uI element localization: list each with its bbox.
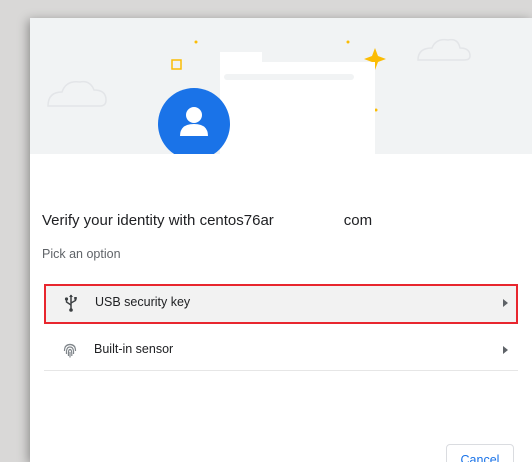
dialog-subtitle: Pick an option xyxy=(42,247,121,261)
avatar xyxy=(158,88,230,154)
cancel-button[interactable]: Cancel xyxy=(446,444,514,462)
verify-identity-dialog: Verify your identity with centos76ar com … xyxy=(30,18,532,462)
usb-icon xyxy=(64,294,77,312)
redacted-region xyxy=(273,212,344,231)
device-card-illustration xyxy=(220,52,375,154)
option-built-in-sensor[interactable]: Built-in sensor xyxy=(44,331,518,371)
option-usb-security-key[interactable]: USB security key xyxy=(44,284,518,324)
option-label: USB security key xyxy=(95,295,191,309)
dialog-title: Verify your identity with centos76ar com xyxy=(42,212,373,231)
chevron-right-icon xyxy=(503,346,508,354)
option-label: Built-in sensor xyxy=(94,342,174,356)
fingerprint-icon xyxy=(63,343,77,358)
chevron-right-icon xyxy=(503,299,508,307)
cloud-right-icon xyxy=(417,38,471,61)
illustration-banner xyxy=(30,18,532,154)
cloud-left-icon xyxy=(47,80,107,107)
